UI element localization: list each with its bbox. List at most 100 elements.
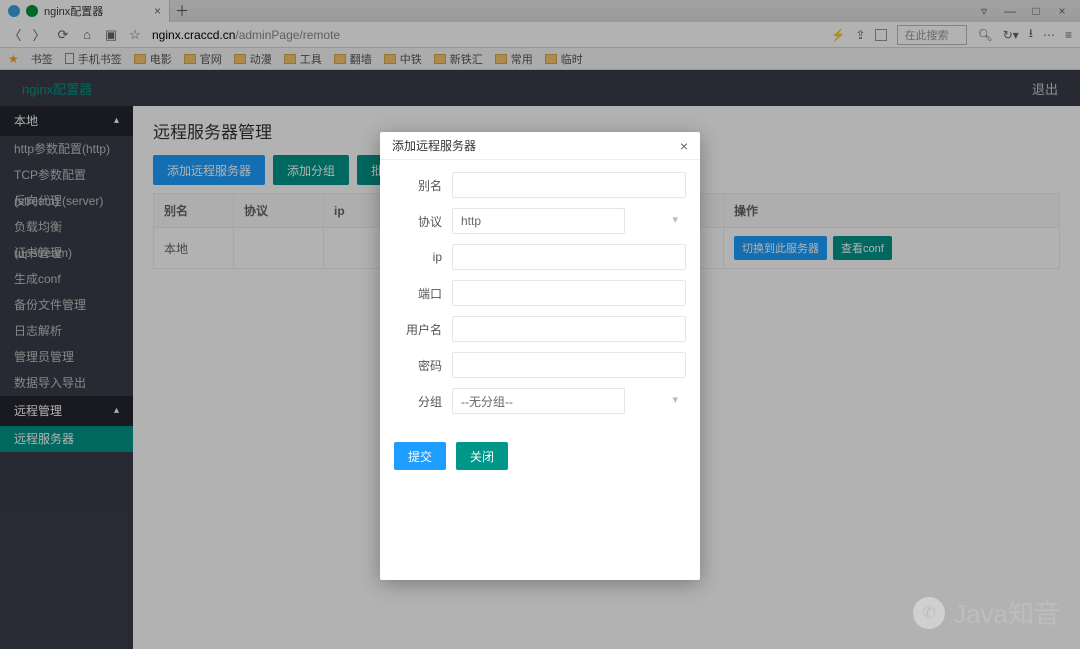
chevron-up-icon: ▴	[114, 106, 119, 136]
bookmark-folder[interactable]: 临时	[545, 51, 583, 67]
reload-icon[interactable]: ⟳	[56, 27, 70, 43]
home-icon[interactable]: ⌂	[80, 27, 94, 42]
bookmark-folder[interactable]: 官网	[184, 51, 222, 67]
sidebar-item-remote-server[interactable]: 远程服务器	[0, 426, 133, 452]
bookmarks-label: 书签	[31, 51, 53, 67]
label-password: 密码	[394, 357, 452, 374]
close-window-icon[interactable]: ×	[1054, 4, 1070, 18]
nginx-favicon	[26, 5, 38, 17]
folder-icon	[334, 54, 346, 64]
download-icon[interactable]: ⭳	[1029, 24, 1033, 45]
qr-icon[interactable]	[875, 29, 887, 41]
sidebar: 本地▴ http参数配置(http) TCP参数配置(stream) 反向代理(…	[0, 106, 133, 649]
port-input[interactable]	[452, 280, 686, 306]
switch-server-button[interactable]: 切换到此服务器	[734, 236, 827, 260]
sidebar-item-upstream[interactable]: 负载均衡(upstream)	[0, 214, 133, 240]
watermark-text: Java知音	[953, 594, 1060, 631]
tabs-icon[interactable]: ▣	[104, 27, 118, 43]
ip-input[interactable]	[452, 244, 686, 270]
label-protocol: 协议	[394, 213, 452, 230]
cell-alias: 本地	[154, 228, 234, 269]
chevron-up-icon: ▴	[114, 396, 119, 426]
sidebar-item-genconf[interactable]: 生成conf	[0, 266, 133, 292]
browser-search-input[interactable]: 在此搜索	[897, 25, 967, 45]
url-path: /adminPage/remote	[235, 28, 340, 42]
refresh-dropdown-icon[interactable]: ↻▾	[1003, 28, 1019, 42]
sidebar-item-admin[interactable]: 管理员管理	[0, 344, 133, 370]
view-conf-button[interactable]: 查看conf	[833, 236, 892, 260]
folder-icon	[134, 54, 146, 64]
label-ip: ip	[394, 250, 452, 264]
forward-icon[interactable]: 〉	[32, 25, 46, 44]
browser-address-bar: 〈 〉 ⟳ ⌂ ▣ ☆ nginx.craccd.cn/adminPage/re…	[0, 22, 1080, 48]
tab-title: nginx配置器	[44, 3, 103, 19]
sidebar-group-local[interactable]: 本地▴	[0, 106, 133, 136]
logout-link[interactable]: 退出	[1032, 79, 1058, 98]
label-port: 端口	[394, 285, 452, 302]
folder-icon	[284, 54, 296, 64]
bookmark-folder[interactable]: 动漫	[234, 51, 272, 67]
alias-input[interactable]	[452, 172, 686, 198]
url-field[interactable]: nginx.craccd.cn/adminPage/remote	[152, 28, 820, 42]
menu-dots-icon[interactable]: ⋯	[1043, 28, 1055, 42]
action-icon[interactable]: ⚡	[830, 28, 845, 42]
col-protocol: 协议	[234, 194, 324, 228]
tab-close-icon[interactable]: ×	[154, 4, 161, 18]
hamburger-icon[interactable]: ≡	[1065, 28, 1072, 42]
folder-icon	[495, 54, 507, 64]
bookmark-folder[interactable]: 工具	[284, 51, 322, 67]
maximize-icon[interactable]: □	[1028, 4, 1044, 18]
sidebar-item-data[interactable]: 数据导入导出	[0, 370, 133, 396]
search-icon[interactable]: 🔍︎	[977, 28, 992, 42]
share-icon[interactable]: ⇪	[855, 28, 865, 42]
browser-tab[interactable]: nginx配置器 ×	[0, 0, 170, 22]
submit-button[interactable]: 提交	[394, 442, 446, 470]
app-favicon	[8, 5, 20, 17]
sidebar-item-log[interactable]: 日志解析	[0, 318, 133, 344]
protocol-select[interactable]	[452, 208, 625, 234]
bookmark-folder[interactable]: 电影	[134, 51, 172, 67]
add-server-dialog: 添加远程服务器 × 别名 协议 ip 端口 用户名 密码 分组 提交 关闭	[380, 132, 700, 580]
password-input[interactable]	[452, 352, 686, 378]
user-input[interactable]	[452, 316, 686, 342]
wechat-icon: ✆	[913, 597, 945, 629]
minimize-icon[interactable]: —	[1002, 4, 1018, 18]
folder-icon	[184, 54, 196, 64]
sidebar-item-tcp[interactable]: TCP参数配置(stream)	[0, 162, 133, 188]
folder-icon	[234, 54, 246, 64]
mobile-bookmarks[interactable]: 手机书签	[65, 51, 122, 67]
browser-titlebar: nginx配置器 × ＋ ▿ — □ ×	[0, 0, 1080, 22]
new-tab-button[interactable]: ＋	[170, 1, 194, 21]
window-controls: ▿ — □ ×	[966, 4, 1080, 18]
label-user: 用户名	[394, 321, 452, 338]
folder-icon	[384, 54, 396, 64]
col-alias: 别名	[154, 194, 234, 228]
bookmark-folder[interactable]: 常用	[495, 51, 533, 67]
add-server-button[interactable]: 添加远程服务器	[153, 155, 265, 185]
folder-icon	[545, 54, 557, 64]
sidebar-item-backup[interactable]: 备份文件管理	[0, 292, 133, 318]
dialog-close-icon[interactable]: ×	[680, 138, 688, 154]
group-select[interactable]	[452, 388, 625, 414]
bookmark-folder[interactable]: 翻墙	[334, 51, 372, 67]
sidebar-item-server[interactable]: 反向代理(server)	[0, 188, 133, 214]
add-group-button[interactable]: 添加分组	[273, 155, 349, 185]
cell-actions: 切换到此服务器 查看conf	[724, 228, 1060, 269]
star-icon[interactable]: ☆	[128, 27, 142, 43]
dropdown-icon[interactable]: ▿	[976, 4, 992, 18]
sidebar-item-http[interactable]: http参数配置(http)	[0, 136, 133, 162]
back-icon[interactable]: 〈	[8, 25, 22, 44]
bookmarks-star-icon[interactable]: ★	[8, 52, 19, 66]
sidebar-group-remote[interactable]: 远程管理▴	[0, 396, 133, 426]
bookmarks-bar: ★ 书签 手机书签 电影 官网 动漫 工具 翻墙 中铁 新铁汇 常用 临时	[0, 48, 1080, 70]
dialog-title: 添加远程服务器	[392, 137, 476, 154]
bookmark-folder[interactable]: 新铁汇	[434, 51, 483, 67]
app-header: nginx配置器 退出	[0, 70, 1080, 106]
col-action: 操作	[724, 194, 1060, 228]
watermark: ✆ Java知音	[913, 594, 1060, 631]
cell-protocol	[234, 228, 324, 269]
bookmark-folder[interactable]: 中铁	[384, 51, 422, 67]
folder-icon	[434, 54, 446, 64]
close-button[interactable]: 关闭	[456, 442, 508, 470]
dialog-header: 添加远程服务器 ×	[380, 132, 700, 160]
